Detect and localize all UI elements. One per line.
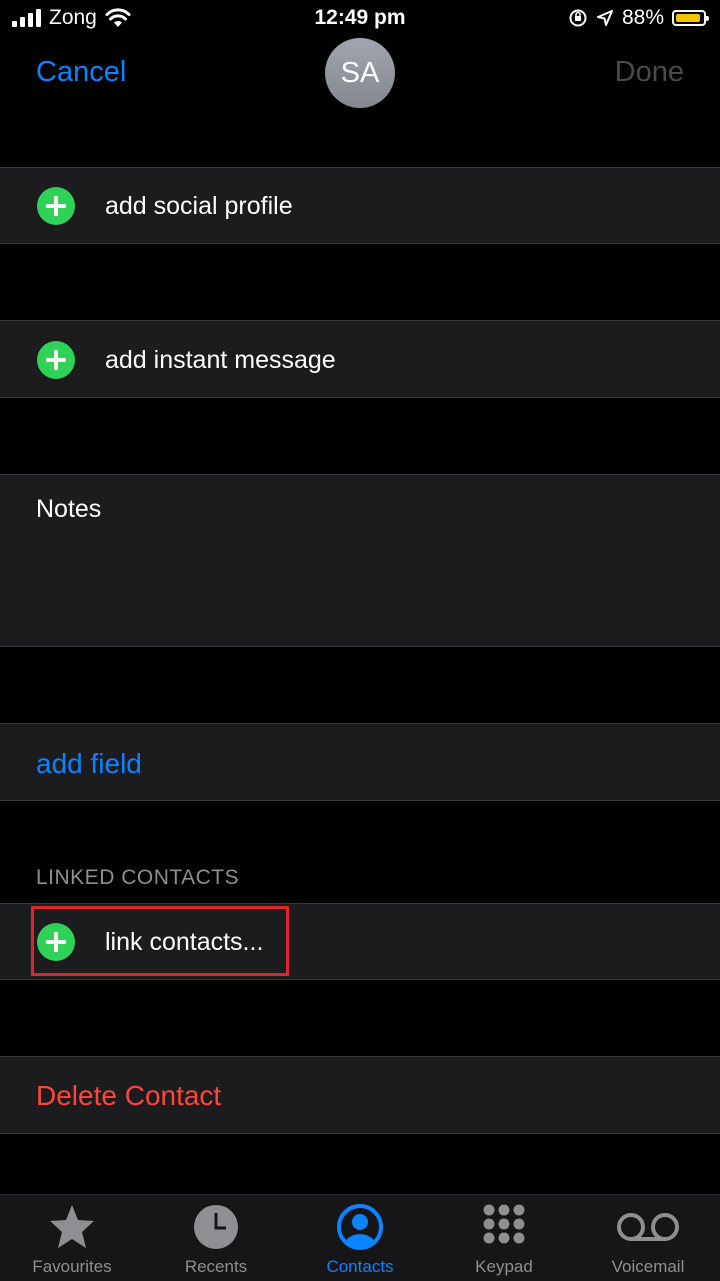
- tab-label: Voicemail: [611, 1257, 685, 1276]
- tab-voicemail[interactable]: Voicemail: [576, 1195, 720, 1281]
- battery-percent: 88%: [621, 6, 664, 29]
- clock-icon: [194, 1205, 238, 1249]
- add-icon[interactable]: [37, 187, 75, 225]
- add-social-profile-label: add social profile: [105, 192, 293, 220]
- keypad-icon: [483, 1204, 525, 1244]
- tab-keypad[interactable]: Keypad: [432, 1195, 576, 1281]
- tab-label: Favourites: [32, 1257, 112, 1276]
- delete-contact-row[interactable]: Delete Contact: [0, 1056, 720, 1134]
- orientation-lock-icon: [569, 9, 587, 27]
- done-button[interactable]: Done: [615, 56, 684, 89]
- highlight-box: [31, 906, 289, 976]
- tab-label: Keypad: [475, 1257, 533, 1276]
- tab-label: Contacts: [326, 1257, 394, 1276]
- notes-label: Notes: [36, 495, 102, 523]
- tab-recents[interactable]: Recents: [144, 1195, 288, 1281]
- add-icon[interactable]: [37, 341, 75, 379]
- add-social-profile-row[interactable]: add social profile: [0, 167, 720, 244]
- star-icon: [50, 1205, 94, 1248]
- avatar-initials: SA: [340, 56, 380, 89]
- tab-favourites[interactable]: Favourites: [0, 1195, 144, 1281]
- status-right: 88%: [568, 6, 709, 30]
- person-circle-icon: [337, 1204, 383, 1250]
- tab-bar: Favourites Recents Contacts Keypad Voice…: [0, 1194, 720, 1281]
- avatar[interactable]: SA: [325, 38, 395, 108]
- voicemail-icon: [617, 1213, 679, 1241]
- cancel-button[interactable]: Cancel: [36, 56, 126, 89]
- status-bar: Zong 12:49 pm 88%: [0, 0, 720, 38]
- battery-icon: [672, 10, 709, 26]
- add-instant-message-row[interactable]: add instant message: [0, 320, 720, 398]
- add-field-row[interactable]: add field: [0, 723, 720, 801]
- linked-contacts-header: LINKED CONTACTS: [36, 866, 240, 889]
- location-icon: [596, 10, 613, 26]
- notes-field[interactable]: Notes: [0, 474, 720, 647]
- delete-contact-button[interactable]: Delete Contact: [36, 1080, 221, 1112]
- tab-label: Recents: [184, 1257, 248, 1276]
- tab-contacts[interactable]: Contacts: [288, 1195, 432, 1281]
- add-instant-message-label: add instant message: [105, 346, 336, 374]
- add-field-label: add field: [36, 748, 142, 779]
